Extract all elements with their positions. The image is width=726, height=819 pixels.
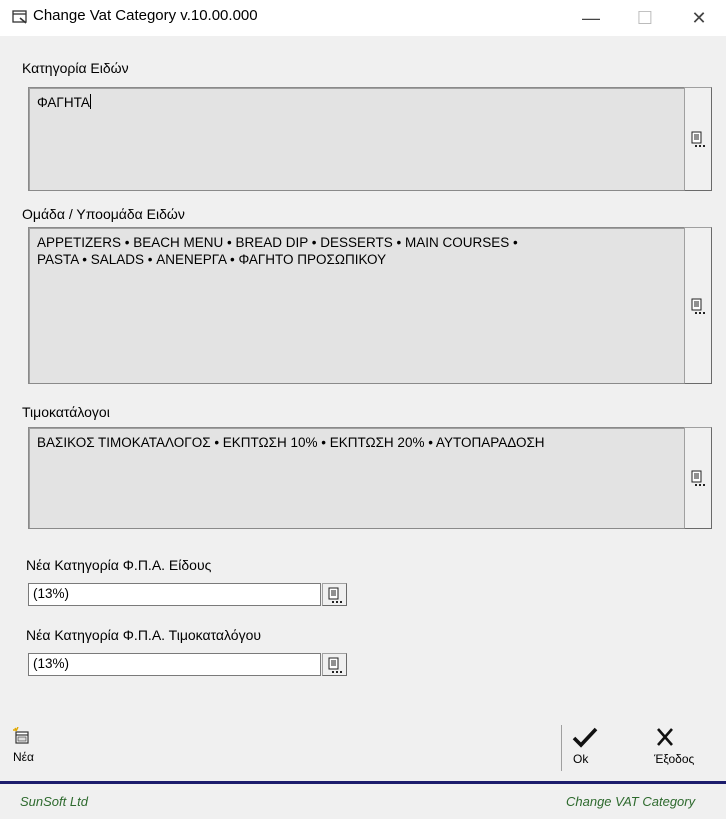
list-icon bbox=[328, 587, 342, 603]
new-label: Νέα bbox=[13, 750, 34, 764]
status-separator bbox=[0, 781, 726, 784]
company-name: SunSoft Ltd bbox=[20, 794, 88, 809]
item-vat-lookup-button[interactable] bbox=[322, 583, 347, 606]
ok-button[interactable]: Ok bbox=[568, 725, 614, 771]
category-memo[interactable]: ΦΑΓΗΤΑ bbox=[28, 87, 685, 191]
pricelists-lookup-button[interactable] bbox=[684, 427, 712, 529]
window-title: Change Vat Category v.10.00.000 bbox=[33, 7, 258, 24]
maximize-button[interactable]: ☐ bbox=[622, 0, 668, 36]
checkmark-icon bbox=[572, 727, 598, 748]
exit-button[interactable]: Έξοδος bbox=[650, 725, 716, 771]
pricelists-label: Τιμοκατάλογοι bbox=[22, 404, 110, 420]
item-vat-label: Νέα Κατηγορία Φ.Π.Α. Είδους bbox=[26, 557, 212, 573]
list-icon bbox=[691, 298, 705, 314]
new-button[interactable]: Νέα bbox=[10, 727, 50, 771]
pricelists-memo[interactable]: ΒΑΣΙΚΟΣ ΤΙΜΟΚΑΤΑΛΟΓΟΣ • ΕΚΠΤΩΣΗ 10% • ΕΚ… bbox=[28, 427, 685, 529]
pricelist-vat-field[interactable]: (13%) bbox=[28, 653, 321, 676]
category-label: Κατηγορία Ειδών bbox=[22, 60, 129, 76]
list-icon bbox=[691, 470, 705, 486]
close-button[interactable]: ✕ bbox=[676, 0, 722, 36]
category-value: ΦΑΓΗΤΑ bbox=[37, 95, 90, 110]
new-document-icon bbox=[13, 727, 29, 744]
app-name: Change VAT Category bbox=[566, 794, 696, 809]
list-icon bbox=[328, 657, 342, 673]
window-icon bbox=[12, 10, 27, 24]
item-vat-field[interactable]: (13%) bbox=[28, 583, 321, 606]
text-cursor bbox=[89, 94, 91, 109]
close-x-icon bbox=[657, 728, 673, 746]
ok-label: Ok bbox=[573, 752, 589, 766]
list-icon bbox=[691, 131, 705, 147]
exit-label: Έξοδος bbox=[654, 752, 695, 766]
category-lookup-button[interactable] bbox=[684, 87, 712, 191]
pricelist-vat-lookup-button[interactable] bbox=[322, 653, 347, 676]
group-lookup-button[interactable] bbox=[684, 227, 712, 384]
toolbar-divider bbox=[561, 725, 562, 771]
pricelist-vat-label: Νέα Κατηγορία Φ.Π.Α. Τιμοκαταλόγου bbox=[26, 627, 262, 643]
group-label: Ομάδα / Υποομάδα Ειδών bbox=[22, 206, 185, 222]
minimize-button[interactable]: — bbox=[568, 0, 614, 36]
group-memo[interactable]: APPETIZERS • BEACH MENU • BREAD DIP • DE… bbox=[28, 227, 685, 384]
